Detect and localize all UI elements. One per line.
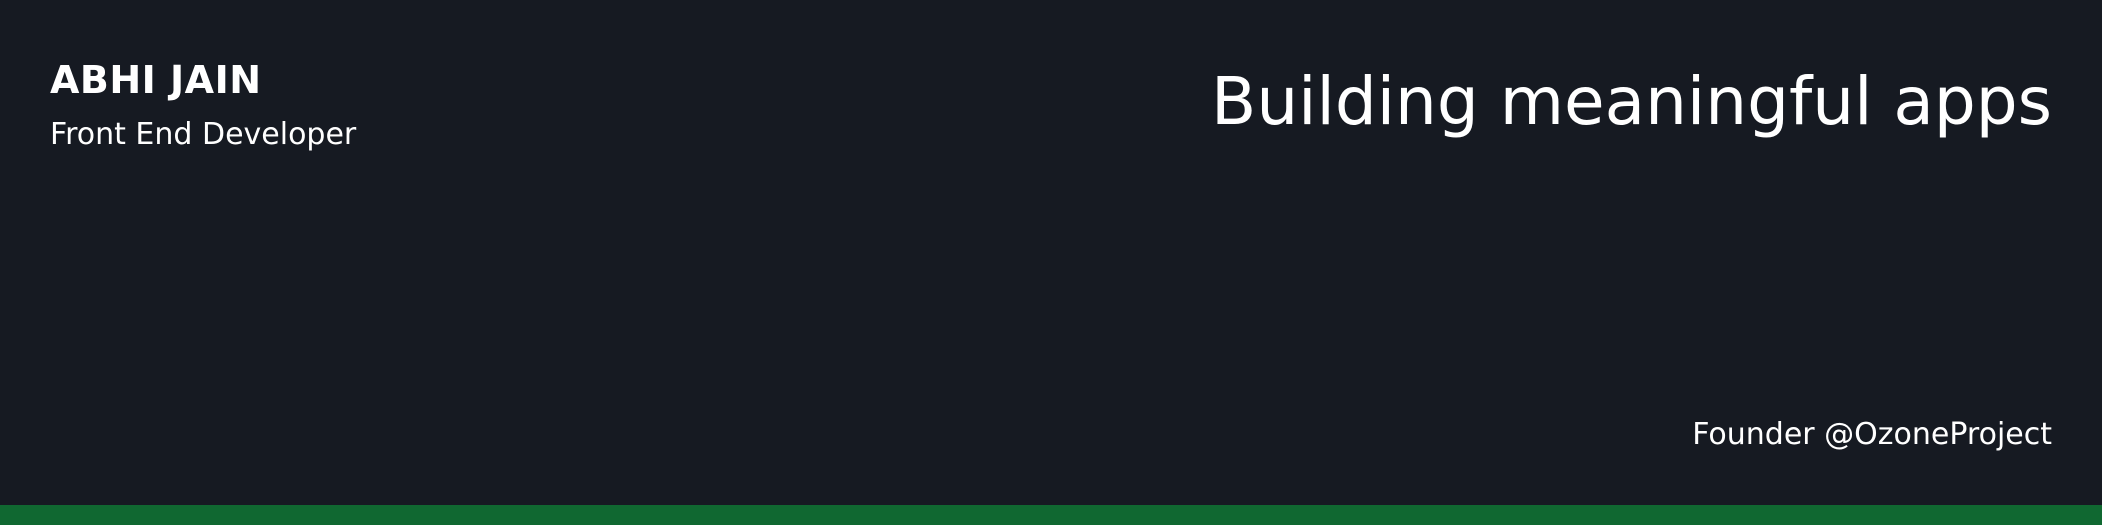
profile-role: Front End Developer xyxy=(50,117,357,152)
profile-name: ABHI JAIN xyxy=(50,58,262,102)
founder-text: Founder @OzoneProject xyxy=(1692,417,2052,452)
accent-bar xyxy=(0,505,2102,525)
tagline: Building meaningful apps xyxy=(1211,63,2052,140)
profile-banner: ABHI JAIN Front End Developer Building m… xyxy=(0,0,2102,525)
